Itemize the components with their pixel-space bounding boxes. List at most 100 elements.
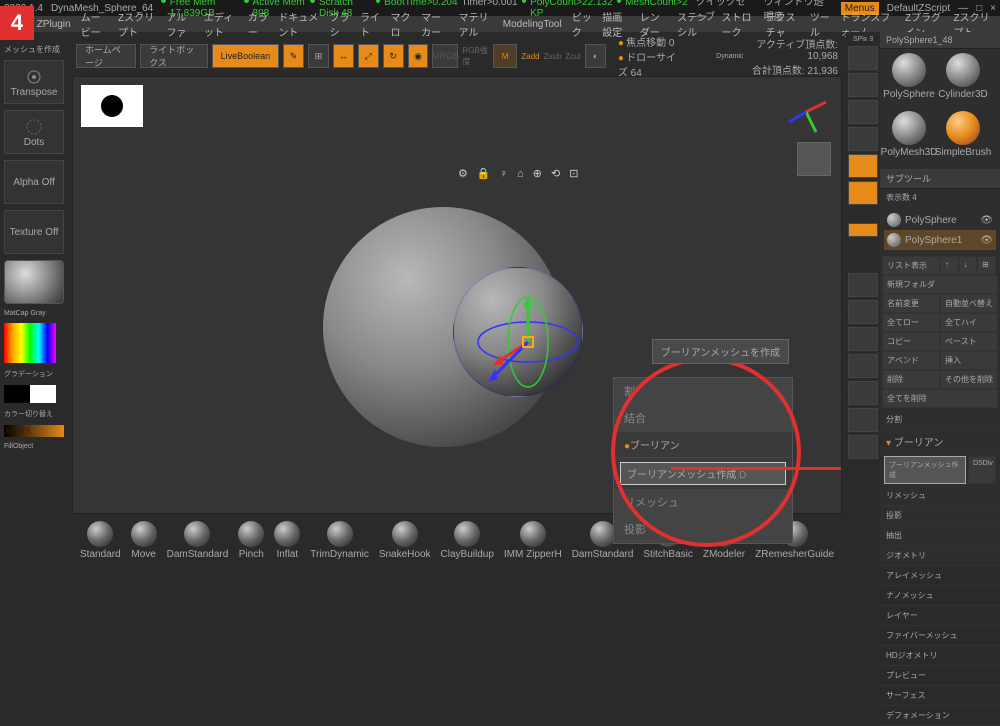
subtool-item-selected[interactable]: PolySphere1👁	[884, 230, 996, 250]
dsdiv-button[interactable]: DSDiv	[968, 456, 996, 484]
lightbox-button[interactable]: ライトボックス	[140, 44, 207, 68]
dynamic-label[interactable]: Dynamic	[716, 53, 743, 60]
brush-SnakeHook[interactable]: SnakeHook	[379, 521, 431, 560]
home-button[interactable]: ホームページ	[76, 44, 136, 68]
vp-btn-c[interactable]	[848, 327, 878, 351]
rotate-button[interactable]: ↻	[383, 44, 404, 68]
scale-button[interactable]: ⤢	[358, 44, 379, 68]
section-ファイバーメッシュ[interactable]: ファイバーメッシュ	[880, 626, 1000, 646]
sculptris-button[interactable]: ◐	[585, 44, 606, 68]
dots-tool[interactable]: Dots	[4, 110, 64, 154]
delete-button[interactable]: 削除	[882, 370, 940, 389]
section-アレイメッシュ[interactable]: アレイメッシュ	[880, 566, 1000, 586]
viewport[interactable]: ⚙ 🔒 ♀ ⌂ ⊕ ⟲ ⊡ ブーリアンメッシュを作成 割 結合 ●ブーリアン ブ…	[72, 76, 842, 514]
append-button[interactable]: アペンド	[882, 351, 940, 370]
popup-project[interactable]: 投影	[614, 516, 792, 543]
section-プレビュー[interactable]: プレビュー	[880, 666, 1000, 686]
section-サーフェス[interactable]: サーフェス	[880, 686, 1000, 706]
document-thumbnail[interactable]	[81, 85, 143, 127]
down-button[interactable]: ↓	[959, 256, 978, 275]
ops-button[interactable]: ⊞	[977, 256, 996, 275]
brush-Standard[interactable]: Standard	[80, 521, 121, 560]
popup-boolean-header[interactable]: ●ブーリアン	[614, 432, 792, 458]
move-button[interactable]: ↔	[333, 44, 354, 68]
copy-button[interactable]: コピー	[882, 332, 940, 351]
allhigh-button[interactable]: 全てハイ	[940, 313, 998, 332]
brush-ClayBuildup[interactable]: ClayBuildup	[441, 521, 494, 560]
project-section[interactable]: 投影	[880, 506, 1000, 526]
autoreorder-button[interactable]: 自動並べ替え	[940, 294, 998, 313]
vp-btn-3[interactable]	[848, 100, 878, 124]
vp-btn-persp[interactable]	[848, 154, 878, 178]
subtool-header[interactable]: サブツール	[880, 169, 1000, 189]
zcut-label[interactable]: Zcut	[565, 52, 581, 61]
m-button[interactable]: M	[493, 44, 518, 68]
listview-button[interactable]: リスト表示	[882, 256, 940, 275]
brush-Move[interactable]: Move	[131, 521, 157, 560]
gizmo-icons-row[interactable]: ⚙ 🔒 ♀ ⌂ ⊕ ⟲ ⊡	[458, 167, 581, 180]
brush-DamStandard[interactable]: DamStandard	[167, 521, 229, 560]
gizmo-button[interactable]: ◉	[408, 44, 429, 68]
tool-thumb-SimpleBrush[interactable]: SimpleBrush	[938, 111, 988, 165]
vp-btn-e[interactable]	[848, 381, 878, 405]
up-button[interactable]: ↑	[940, 256, 959, 275]
color-picker[interactable]	[4, 323, 56, 363]
draw-button[interactable]: ⊞	[308, 44, 329, 68]
brush-TrimDynamic[interactable]: TrimDynamic	[310, 521, 369, 560]
section-ナノメッシュ[interactable]: ナノメッシュ	[880, 586, 1000, 606]
paste-button[interactable]: ペースト	[940, 332, 998, 351]
popup-merge[interactable]: 結合	[614, 405, 792, 432]
brush-IMM ZipperH[interactable]: IMM ZipperH	[504, 521, 562, 560]
brush-Inflat[interactable]: Inflat	[274, 521, 300, 560]
split-section[interactable]: 分割	[880, 410, 1000, 430]
zadd-label[interactable]: Zadd	[521, 52, 539, 61]
zsub-label[interactable]: Zsub	[544, 52, 562, 61]
section-デフォメーション[interactable]: デフォメーション	[880, 706, 1000, 726]
brush-Pinch[interactable]: Pinch	[238, 521, 264, 560]
make-boolean-mesh-button[interactable]: ブーリアンメッシュ作成 D	[620, 462, 786, 485]
popup-split[interactable]: 割	[614, 378, 792, 405]
boolean-section[interactable]: ▾ ブーリアン	[880, 430, 1000, 454]
material-swatch[interactable]	[4, 260, 64, 304]
tool-thumb-Cylinder3D[interactable]: Cylinder3D	[938, 53, 988, 107]
section-ジオメトリ[interactable]: ジオメトリ	[880, 546, 1000, 566]
vp-btn-f[interactable]	[848, 408, 878, 432]
tool-thumb-PolySphere[interactable]: PolySphere	[884, 53, 934, 107]
popup-remesh[interactable]: リメッシュ	[614, 489, 792, 516]
camera-cube[interactable]	[797, 142, 831, 176]
liveboolean-button[interactable]: LiveBoolean	[212, 44, 280, 68]
vp-btn-g[interactable]	[848, 435, 878, 459]
insert-button[interactable]: 挿入	[940, 351, 998, 370]
mesh-object[interactable]	[323, 177, 623, 467]
fillobject-label[interactable]: FillObject	[4, 443, 64, 450]
menu-ModelingTool[interactable]: ModelingTool	[503, 19, 562, 30]
axis-widget[interactable]	[781, 87, 831, 137]
vp-btn-1[interactable]	[848, 46, 878, 70]
alpha-off[interactable]: Alpha Off	[4, 160, 64, 204]
remesh-section[interactable]: リメッシュ	[880, 486, 1000, 506]
alllow-button[interactable]: 全てロー	[882, 313, 940, 332]
focal-label[interactable]: 焦点移動 0	[626, 38, 674, 49]
vp-btn-b[interactable]	[848, 300, 878, 324]
extract-section[interactable]: 抽出	[880, 526, 1000, 546]
color-white[interactable]	[30, 385, 56, 403]
tool-thumb-PolyMesh3D[interactable]: PolyMesh3D	[884, 111, 934, 165]
vp-btn-a[interactable]	[848, 273, 878, 297]
edit-button[interactable]: ✎	[283, 44, 304, 68]
vp-btn-2[interactable]	[848, 73, 878, 97]
delother-button[interactable]: その他を削除	[940, 370, 998, 389]
rename-button[interactable]: 名前変更	[882, 294, 940, 313]
section-レイヤー[interactable]: レイヤー	[880, 606, 1000, 626]
menu-ZPlugin[interactable]: ZPlugin	[37, 19, 71, 30]
texture-off[interactable]: Texture Off	[4, 210, 64, 254]
transpose-tool[interactable]: Transpose	[4, 60, 64, 104]
subtool-item[interactable]: PolySphere👁	[884, 210, 996, 230]
color-black[interactable]	[4, 385, 30, 403]
drawsize-label[interactable]: ドローサイズ 64	[618, 53, 676, 79]
gizmo-3d[interactable]	[473, 287, 593, 407]
tool-header[interactable]: PolySphere1_48	[880, 32, 1000, 49]
newfolder-button[interactable]: 新規フォルダ	[882, 275, 998, 294]
vp-btn-4[interactable]	[848, 127, 878, 151]
vp-btn-floor[interactable]	[848, 181, 878, 205]
mrgb-button[interactable]: MRGB	[432, 44, 458, 68]
